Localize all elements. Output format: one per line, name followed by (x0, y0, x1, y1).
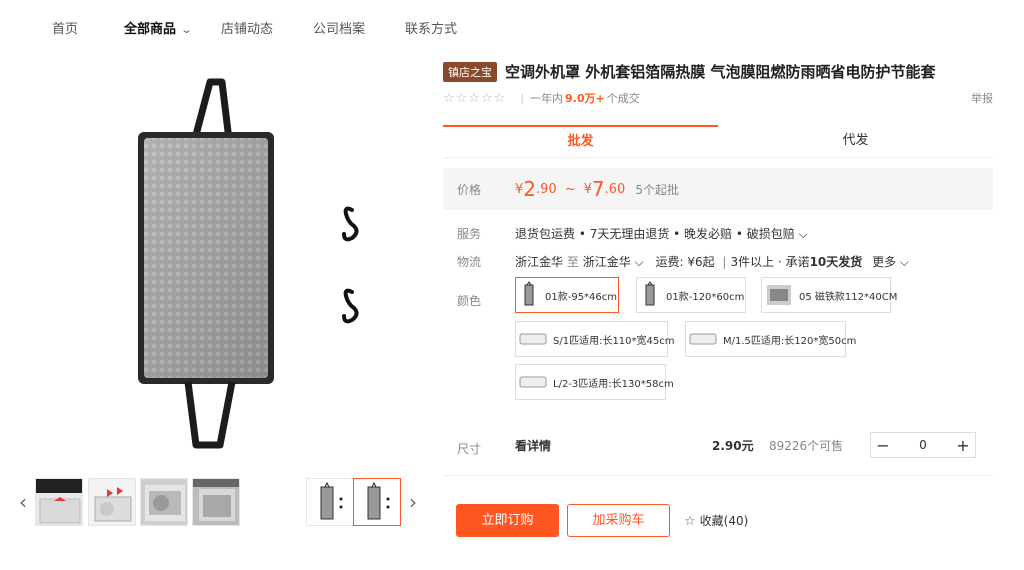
variant-thumb (640, 281, 660, 309)
variant-label: 01款-120*60cm (666, 291, 745, 303)
nav-contact[interactable]: 联系方式 (405, 18, 457, 37)
store-treasure-badge: 镇店之宝 (443, 61, 497, 82)
color-label: 颜色 (457, 294, 482, 308)
add-to-cart-button[interactable]: 加采购车 (567, 504, 670, 537)
variant-label: 05 磁铁款112*40CM (799, 291, 898, 303)
quantity-input[interactable]: 0 (895, 438, 951, 452)
rule-separator: | (722, 255, 727, 269)
variant-thumb (519, 281, 539, 309)
thumbnail[interactable] (192, 478, 240, 526)
logistics-info: 浙江金华 至 浙江金华 ⌵ 运费: ¥6起 | 3件以上 · 承诺10天发货 更多… (515, 253, 909, 270)
price-low-dec: .90 (536, 181, 557, 197)
main-product-image[interactable] (70, 70, 410, 460)
rating-stars-icon: ☆☆☆☆☆ (443, 90, 507, 106)
currency-symbol: ¥ (515, 181, 524, 197)
variant-thumb (519, 368, 547, 396)
thumbnail[interactable] (140, 478, 188, 526)
price-range-separator: ~ (564, 181, 576, 197)
buy-now-button[interactable]: 立即订购 (456, 504, 559, 537)
favorite-button[interactable]: ☆ 收藏(40) (684, 512, 748, 529)
thumbnail[interactable] (35, 478, 83, 526)
thumbnail[interactable] (88, 478, 136, 526)
nav-all-products[interactable]: 全部商品 ⌄ (124, 18, 194, 37)
variant-option[interactable]: M/1.5匹适用:长120*宽50cm (685, 321, 856, 357)
favorite-label: 收藏(40) (699, 514, 749, 528)
product-title: 空调外机罩 外机套铝箔隔热膜 气泡膜阻燃防雨晒省电防护节能套 (505, 63, 936, 81)
currency-symbol: ¥ (583, 181, 592, 197)
nav-company-profile[interactable]: 公司档案 (313, 18, 365, 37)
variant-option[interactable]: 01款-120*60cm (636, 277, 746, 313)
plus-button[interactable]: + (951, 436, 975, 455)
min-order: 5个起批 (635, 182, 679, 197)
size-label: 尺寸 (457, 442, 482, 456)
thumbnail[interactable] (306, 478, 354, 526)
logistics-label: 物流 (457, 255, 482, 269)
price-low-int: 2 (523, 177, 537, 201)
sold-count: 9.0万+ (565, 92, 605, 105)
rating-period: 一年内 (530, 92, 563, 105)
chevron-right-icon[interactable]: › (406, 488, 420, 516)
variant-label: 01款-95*46cm (545, 291, 618, 303)
sold-suffix: 个成交 (606, 92, 640, 105)
thumbnail-selected[interactable] (353, 478, 401, 526)
price-label: 价格 (457, 182, 482, 197)
star-icon: ☆ (684, 514, 696, 529)
service-text[interactable]: 退货包运费 • 7天无理由退货 • 晚发必赔 • 破损包赔 ⌵ (515, 225, 808, 242)
variant-label: S/1匹适用:长110*宽45cm (553, 335, 675, 347)
nav-all-products-label: 全部商品 (124, 22, 177, 37)
shipping-fee: ¥6起 (687, 255, 715, 269)
variant-thumb (519, 325, 547, 353)
separator: | (520, 91, 524, 105)
price-high-dec: .60 (604, 181, 626, 197)
variant-label: L/2-3匹适用:长130*58cm (553, 378, 674, 390)
nav-store-news[interactable]: 店铺动态 (221, 18, 273, 37)
product-title-row: 镇店之宝 空调外机罩 外机套铝箔隔热膜 气泡膜阻燃防雨晒省电防护节能套 (443, 61, 935, 82)
shipping-rule: 3件以上 · 承诺 (730, 255, 810, 269)
price-high-int: 7 (591, 177, 605, 201)
chevron-left-icon[interactable]: ‹ (16, 488, 30, 516)
logistics-origin: 浙江金华 (515, 255, 564, 269)
variant-thumb (765, 281, 793, 309)
rating-row: ☆☆☆☆☆ | 一年内 9.0万+ 个成交 举报 (443, 90, 993, 106)
more-logistics[interactable]: 更多 ⌵ (872, 255, 909, 269)
divider (443, 475, 993, 476)
size-price: 2.90元 (712, 439, 754, 453)
logistics-dest[interactable]: 浙江金华 ⌵ (583, 255, 644, 269)
purchase-tabs: 批发 代发 (443, 125, 993, 158)
variant-option[interactable]: 05 磁铁款112*40CM (761, 277, 897, 313)
variant-thumb (689, 325, 717, 353)
logistics-to: 至 (566, 255, 579, 269)
size-name: 看详情 (515, 439, 552, 453)
shipping-fee-label: 运费: (655, 255, 684, 269)
quantity-stepper: − 0 + (870, 432, 976, 458)
size-row: 尺寸 看详情 2.90元 89226个可售 − 0 + (457, 432, 993, 462)
service-label: 服务 (457, 227, 482, 241)
top-nav: 首页 全部商品 ⌄ 店铺动态 公司档案 联系方式 (0, 0, 1024, 52)
variant-label: M/1.5匹适用:长120*宽50cm (723, 335, 857, 347)
shipping-promise: 10天发货 (809, 255, 863, 269)
size-stock: 89226个可售 (769, 439, 844, 453)
tab-dropship[interactable]: 代发 (718, 125, 993, 157)
variant-option[interactable]: S/1匹适用:长110*宽45cm (515, 321, 675, 357)
nav-home[interactable]: 首页 (52, 18, 78, 37)
thumbnail-strip: ‹ › (12, 478, 422, 526)
variant-option[interactable]: L/2-3匹适用:长130*58cm (515, 364, 674, 400)
tab-wholesale[interactable]: 批发 (443, 125, 718, 157)
variant-option[interactable]: 01款-95*46cm (515, 277, 619, 313)
report-link[interactable]: 举报 (971, 90, 993, 106)
minus-button[interactable]: − (871, 436, 895, 455)
chevron-down-icon: ⌄ (180, 23, 194, 36)
price-box: 价格 ¥ 2 .90 ~ ¥ 7 .60 5个起批 (443, 168, 993, 210)
